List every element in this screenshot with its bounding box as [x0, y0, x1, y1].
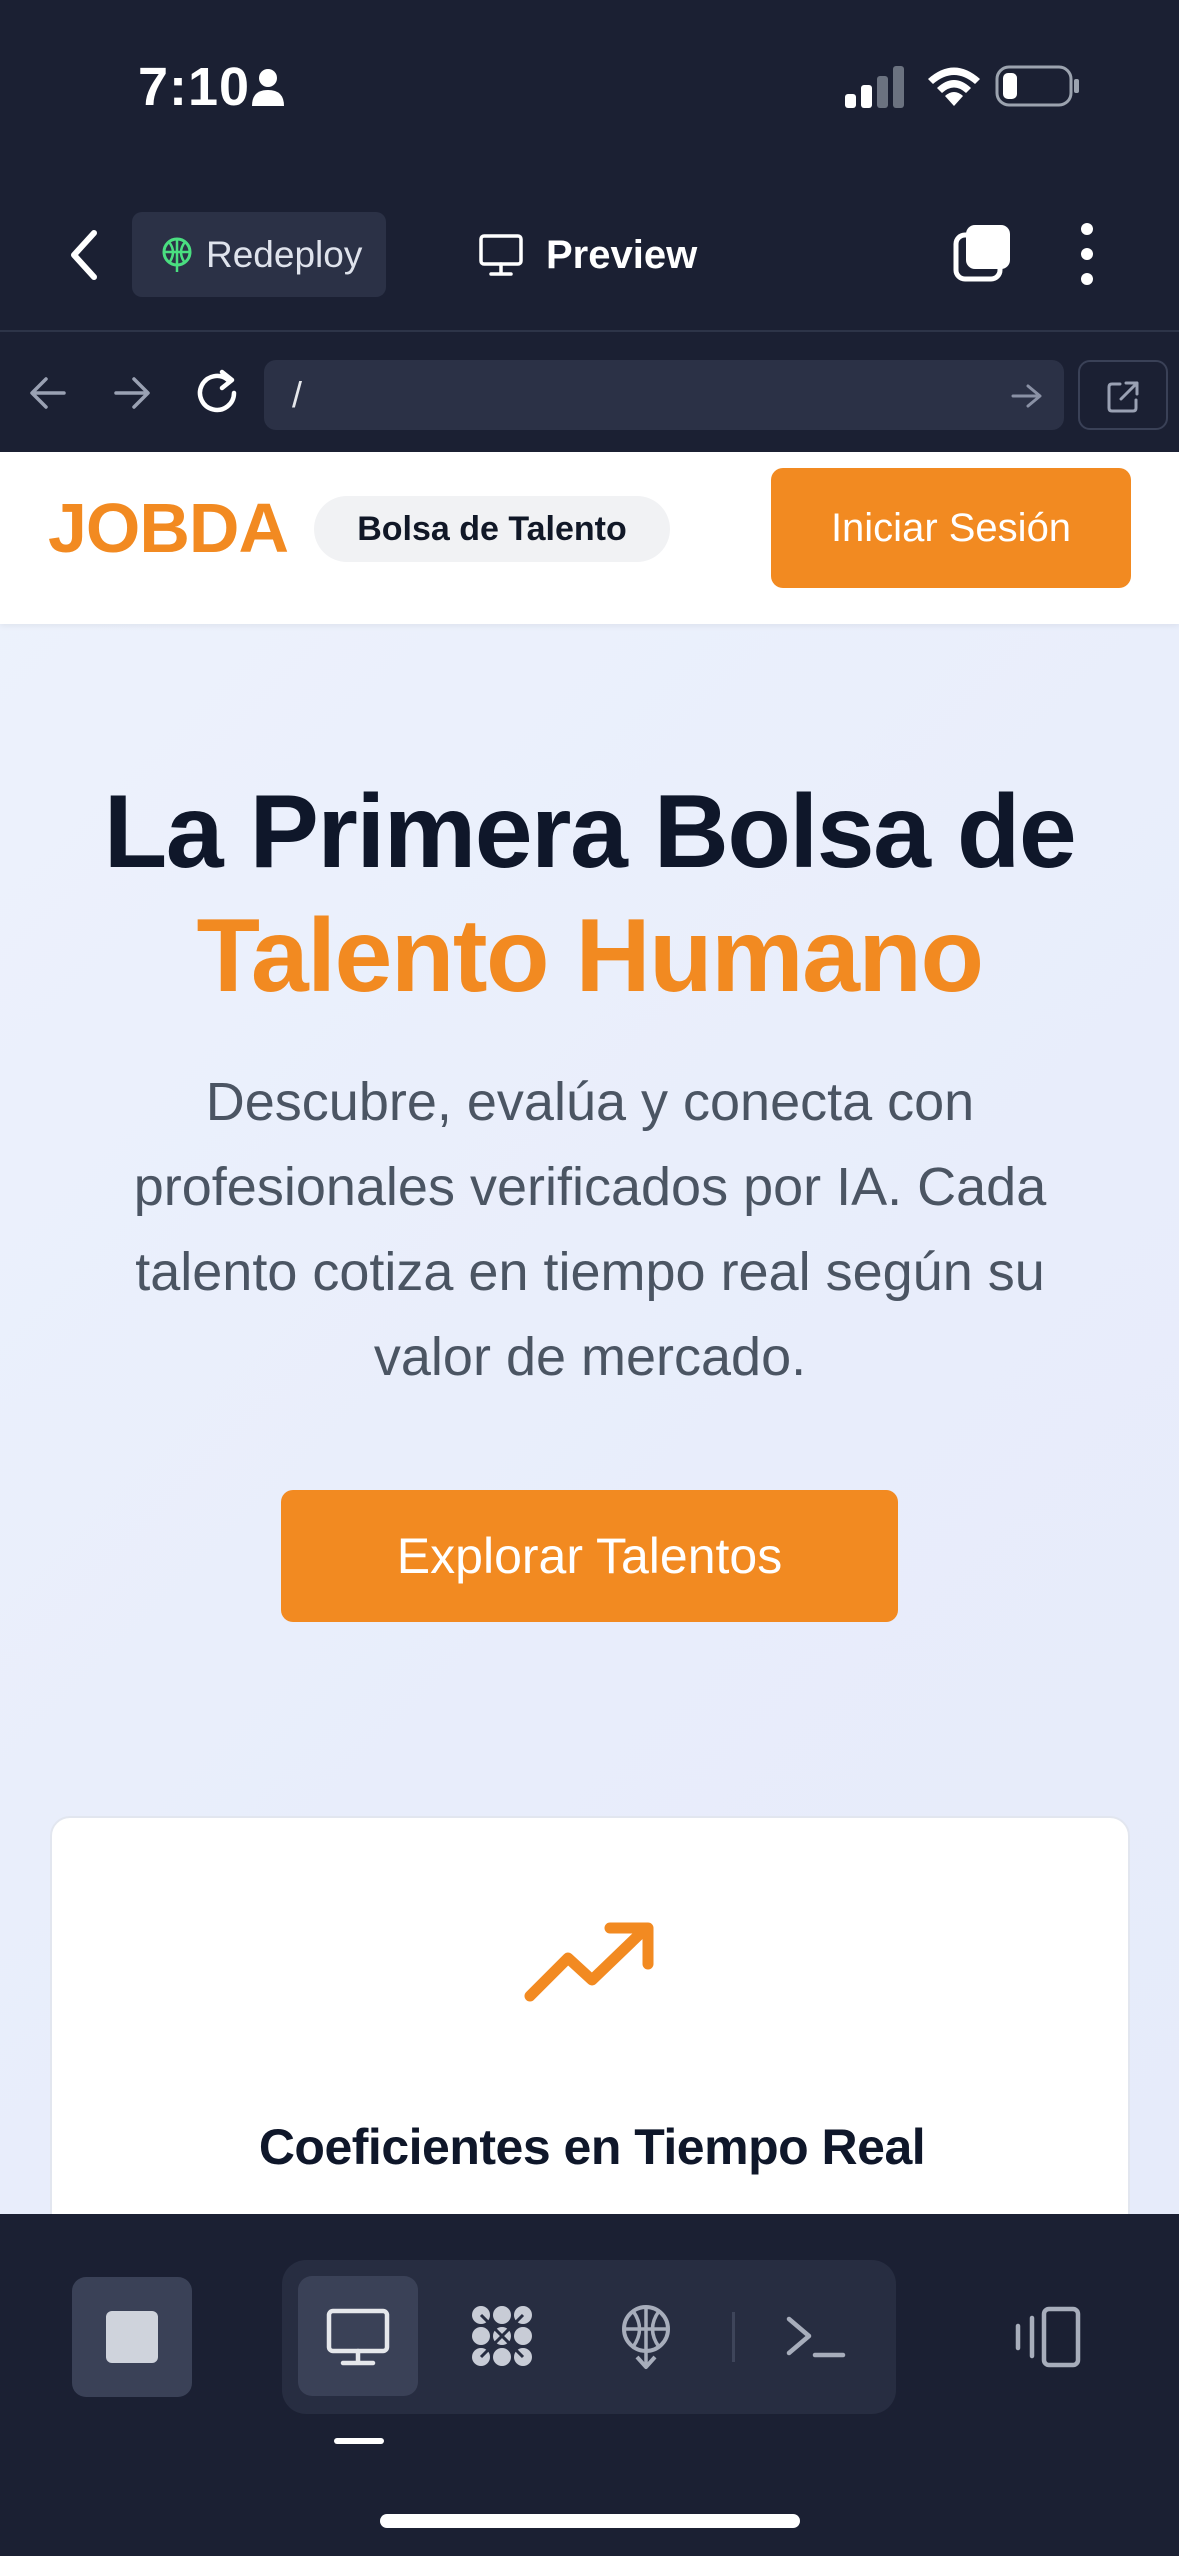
windows-icon[interactable]	[952, 223, 1012, 283]
site-header: JOBDA Bolsa de Talento Iniciar Sesión	[0, 452, 1179, 624]
tool-group	[282, 2260, 896, 2414]
kebab-icon[interactable]	[1072, 221, 1102, 287]
reload-icon[interactable]	[192, 368, 242, 418]
page-title: La Primera Bolsa de Talento Humano	[0, 770, 1179, 1018]
redeploy-label: Redeploy	[206, 233, 363, 275]
hero-title-line1: La Primera Bolsa de	[103, 774, 1077, 890]
battery-icon	[995, 65, 1079, 107]
preview-label: Preview	[546, 232, 698, 277]
terminal-icon	[786, 2316, 846, 2358]
rocket-icon	[162, 237, 192, 272]
login-button[interactable]: Iniciar Sesión	[771, 468, 1131, 588]
arrow-left-icon[interactable]	[28, 374, 68, 412]
tool-separator	[732, 2312, 735, 2362]
webview: JOBDA Bolsa de Talento Iniciar Sesión La…	[0, 452, 1179, 2214]
arrow-go-icon[interactable]	[1010, 382, 1044, 410]
status-time: 7:10	[138, 57, 251, 117]
bottom-toolbar	[0, 2214, 1179, 2556]
site-logo[interactable]: JOBDA	[48, 488, 289, 568]
deploy-icon	[622, 2305, 670, 2369]
status-bar: 7:10	[0, 0, 1179, 175]
feature-card: Coeficientes en Tiempo Real	[50, 1816, 1130, 2214]
hero-subtitle: Descubre, evalúa y conecta con profesion…	[133, 1072, 1047, 1387]
stop-button[interactable]	[72, 2277, 192, 2397]
devices-icon[interactable]	[1010, 2306, 1082, 2368]
back-chevron-icon[interactable]	[62, 225, 106, 285]
tab-preview[interactable]: Preview	[478, 215, 697, 295]
person-icon	[252, 69, 284, 106]
active-tab-indicator	[334, 2438, 384, 2444]
wifi-icon	[928, 67, 980, 106]
top-bar: Redeploy Preview	[0, 175, 1179, 330]
url-bar	[0, 330, 1179, 452]
redeploy-button[interactable]: Redeploy	[132, 212, 386, 297]
arrow-right-icon[interactable]	[112, 374, 152, 412]
tool-preview[interactable]	[298, 2276, 418, 2396]
tool-workflows[interactable]	[442, 2276, 562, 2396]
open-external-button[interactable]	[1078, 360, 1168, 430]
signal-icon	[845, 66, 904, 108]
url-input[interactable]	[264, 360, 1064, 430]
hero-title-line2: Talento Humano	[196, 898, 984, 1014]
explore-talents-button[interactable]: Explorar Talentos	[281, 1490, 898, 1622]
external-link-icon	[1107, 381, 1139, 413]
trending-up-icon	[524, 1922, 654, 2002]
workflow-icon	[472, 2306, 532, 2366]
feature-title: Coeficientes en Tiempo Real	[258, 2119, 926, 2175]
stop-icon	[106, 2311, 158, 2363]
tool-deployments[interactable]	[586, 2276, 706, 2396]
monitor-icon	[479, 234, 523, 276]
monitor-icon	[326, 2308, 390, 2366]
home-indicator[interactable]	[380, 2514, 800, 2528]
status-badge: Bolsa de Talento	[314, 496, 670, 562]
tool-shell[interactable]	[756, 2276, 876, 2396]
